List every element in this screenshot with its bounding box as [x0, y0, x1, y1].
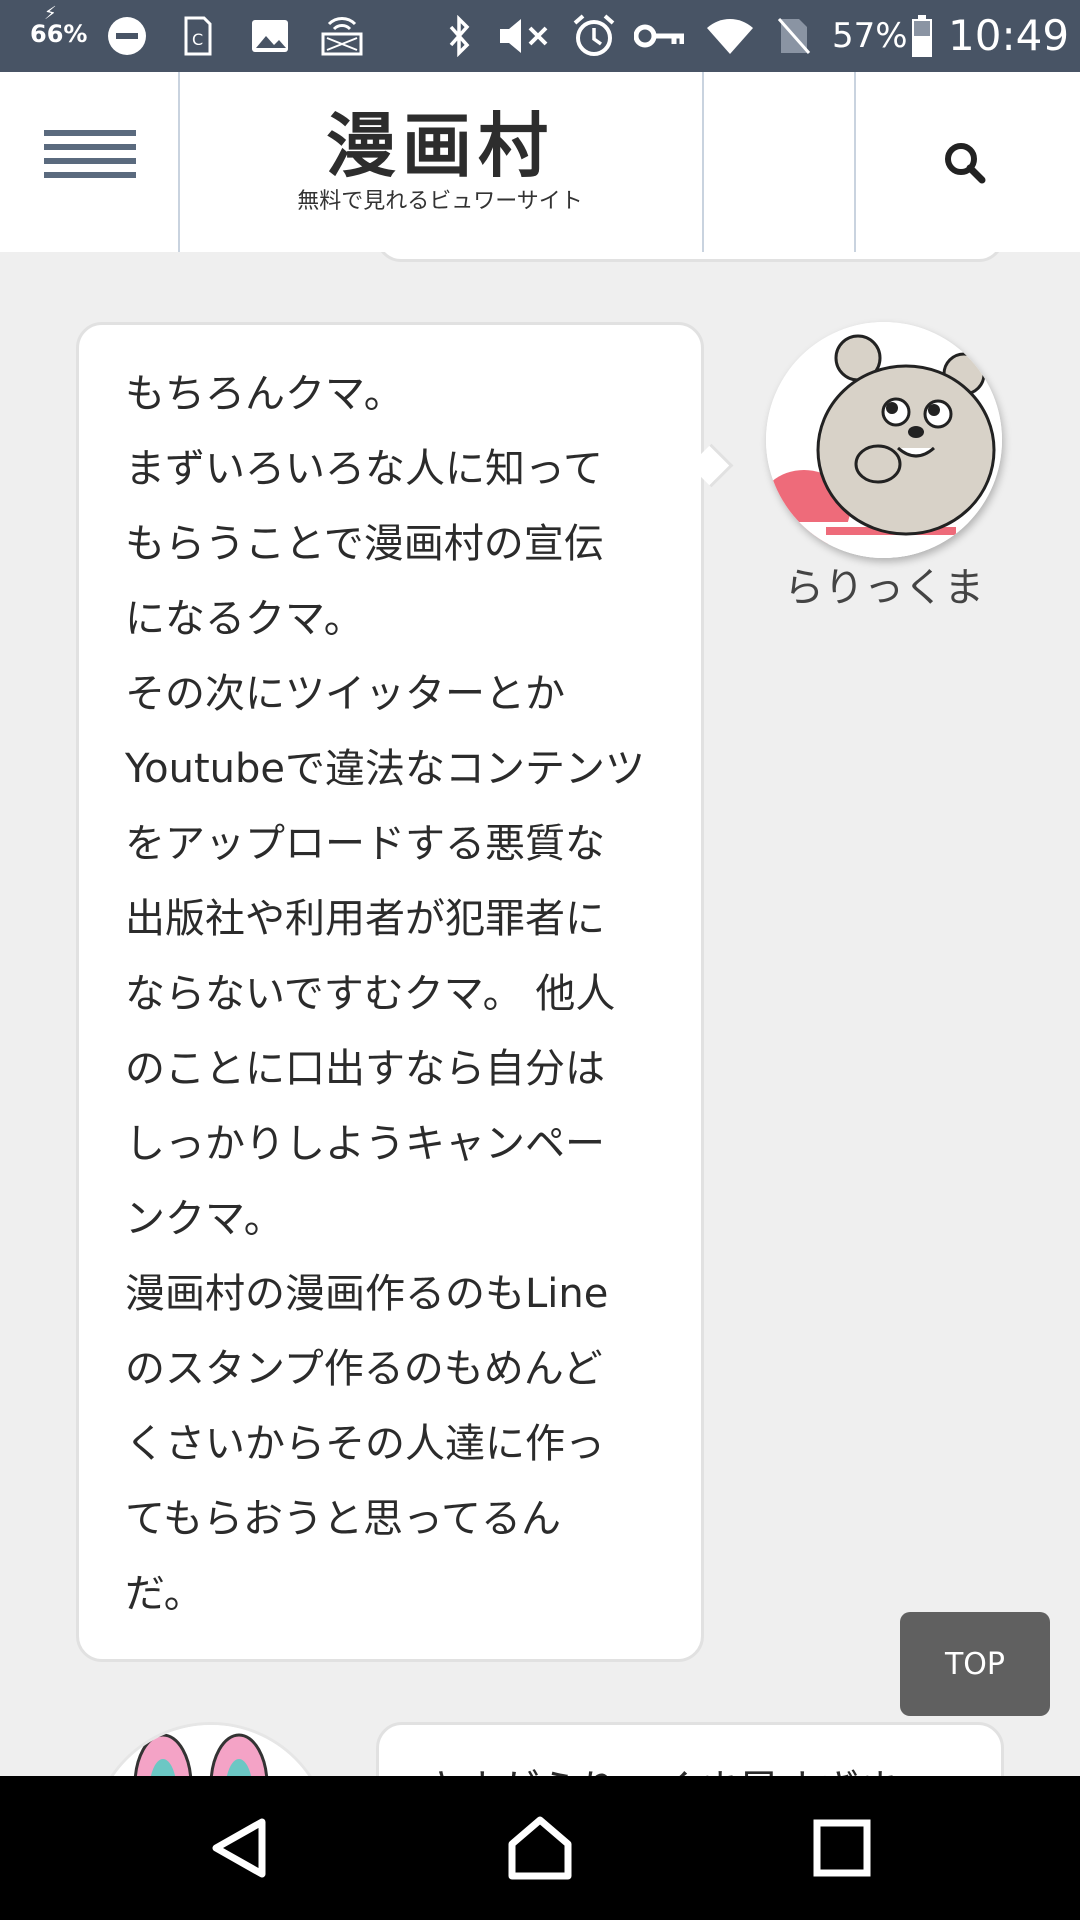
- svg-text:C: C: [192, 30, 203, 49]
- next-message-text: さすがらりっくま早すぎま: [419, 1753, 961, 1776]
- data-usage-percent: 66%: [30, 20, 88, 48]
- alarm-icon: [570, 0, 618, 72]
- back-triangle-icon[interactable]: [208, 1816, 272, 1880]
- site-title: 漫画村: [326, 105, 554, 187]
- site-logo[interactable]: 漫画村 無料で見れるビュワーサイト: [180, 106, 700, 216]
- header-divider: [702, 72, 704, 252]
- site-subtitle: 無料で見れるビュワーサイト: [297, 189, 583, 214]
- site-header: 漫画村 無料で見れるビュワーサイト: [0, 72, 1080, 252]
- recents-square-icon[interactable]: [812, 1818, 872, 1878]
- bear-avatar-icon: [766, 322, 1002, 558]
- previous-message-bubble: [376, 252, 1004, 262]
- scroll-to-top-button[interactable]: TOP: [900, 1612, 1050, 1716]
- search-icon[interactable]: [930, 128, 1000, 198]
- message-bubble: もちろんクマ。 まずいろいろな人に知って もらうことで漫画村の宣伝 になるクマ。…: [76, 322, 704, 1662]
- battery-icon: [910, 0, 934, 72]
- system-nav-bar: [0, 1776, 1080, 1920]
- vpn-key-icon: [634, 0, 684, 72]
- data-usage-indicator: ⚡ 66%: [30, 5, 88, 48]
- dnd-icon: [104, 0, 150, 72]
- no-sim-icon: [774, 0, 814, 72]
- rabbit-avatar-icon: [90, 1722, 332, 1776]
- image-icon: [248, 0, 292, 72]
- header-divider: [854, 72, 856, 252]
- message-author: らりっくま: [784, 565, 984, 611]
- battery-percent: 57%: [832, 16, 908, 56]
- bluetooth-icon: [442, 0, 478, 72]
- clock: 10:49: [948, 11, 1070, 60]
- conversation-area[interactable]: もちろんクマ。 まずいろいろな人に知って もらうことで漫画村の宣伝 になるクマ。…: [0, 252, 1080, 1776]
- home-icon[interactable]: [506, 1814, 574, 1882]
- mute-icon: [498, 0, 552, 72]
- hamburger-menu-icon[interactable]: [44, 130, 136, 192]
- sim-icon: C: [178, 0, 218, 72]
- status-bar: ⚡ 66% C 57% 10:49: [0, 0, 1080, 72]
- message-text: もちろんクマ。 まずいろいろな人に知って もらうことで漫画村の宣伝 になるクマ。…: [125, 371, 645, 1617]
- wifi-icon: [704, 0, 756, 72]
- cast-icon: [318, 0, 366, 72]
- next-message-bubble: さすがらりっくま早すぎま: [376, 1722, 1004, 1776]
